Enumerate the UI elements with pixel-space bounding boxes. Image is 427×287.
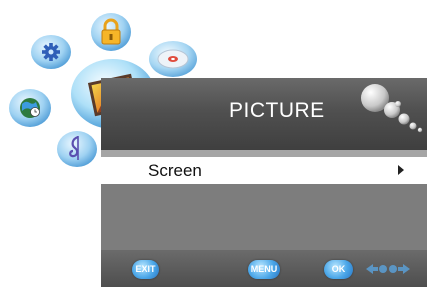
menu-panel: PICTURE Screen EXIT MENU OK [101,78,427,287]
exit-button[interactable]: EXIT [132,260,159,279]
menu-empty-area [101,184,427,250]
menu-button[interactable]: MENU [248,260,280,279]
music-note-icon[interactable] [56,130,98,168]
menu-header: PICTURE [101,78,427,150]
menu-item-label: Screen [148,161,202,180]
bubbles-decoration-icon [361,84,423,133]
menu-item-screen[interactable]: Screen [101,157,427,184]
gear-icon[interactable] [30,34,72,70]
navigation-arrows-icon [366,264,410,274]
menu-footer: EXIT MENU OK [101,250,427,287]
chevron-right-icon [398,165,404,175]
ok-button[interactable]: OK [324,260,353,279]
page-title: PICTURE [229,99,325,122]
lock-icon[interactable] [90,12,132,52]
globe-icon[interactable] [8,88,52,128]
